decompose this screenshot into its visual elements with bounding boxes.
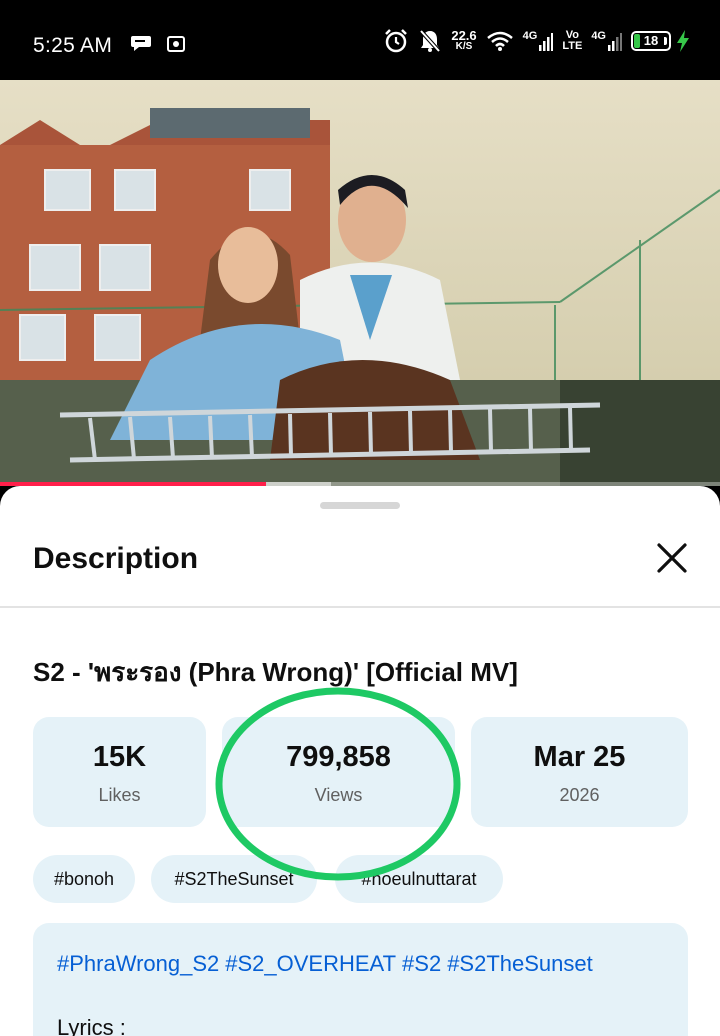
wifi-icon	[486, 31, 513, 51]
close-button[interactable]	[652, 538, 692, 578]
status-bar: 5:25 AM 22.6 K/S 4G Vo LTE 4G 18	[0, 0, 720, 80]
alarm-icon	[385, 29, 408, 53]
annotation-circle	[215, 687, 461, 881]
tag-chip[interactable]: #bonoh	[33, 855, 135, 903]
date-value: Mar 25	[533, 741, 626, 773]
charging-icon	[677, 30, 689, 52]
signal1-label: 4G	[522, 30, 538, 42]
drag-handle[interactable]	[320, 502, 400, 509]
video-frame	[0, 80, 720, 486]
sheet-title: Description	[33, 542, 199, 575]
divider	[0, 606, 720, 608]
signal2-icon: 4G	[591, 31, 622, 51]
net-speed-value: 22.6	[451, 28, 477, 43]
hashtag-link[interactable]: #S2_OVERHEAT	[225, 951, 396, 976]
video-player[interactable]	[0, 80, 720, 486]
hashtag-link[interactable]: #S2	[402, 951, 441, 976]
signal2-label: 4G	[591, 30, 606, 42]
screenshot-icon	[167, 36, 185, 52]
likes-label: Likes	[98, 785, 141, 805]
mute-icon	[419, 29, 441, 53]
volte-indicator: Vo LTE	[562, 30, 582, 52]
year-label: 2026	[559, 785, 600, 805]
likes-stat: 15K Likes	[33, 717, 206, 827]
hashtag-link[interactable]: #S2TheSunset	[447, 951, 593, 976]
close-icon	[657, 543, 687, 573]
description-hashtags: #PhraWrong_S2 #S2_OVERHEAT #S2 #S2TheSunset	[57, 951, 599, 977]
description-box: #PhraWrong_S2 #S2_OVERHEAT #S2 #S2TheSunset…	[33, 923, 688, 1036]
likes-value: 15K	[92, 741, 147, 773]
lyrics-label: Lyrics :	[57, 1015, 126, 1036]
volte-bottom: LTE	[562, 40, 583, 52]
hashtag-link[interactable]: #PhraWrong_S2	[57, 951, 219, 976]
signal-icon: 4G	[523, 31, 554, 51]
battery-icon: 18	[631, 31, 671, 51]
net-speed: 22.6 K/S	[451, 28, 477, 52]
date-stat: Mar 25 2026	[471, 717, 688, 827]
status-time: 5:25 AM	[33, 34, 113, 57]
chat-bubble-icon	[131, 36, 151, 51]
battery-level: 18	[643, 33, 659, 48]
